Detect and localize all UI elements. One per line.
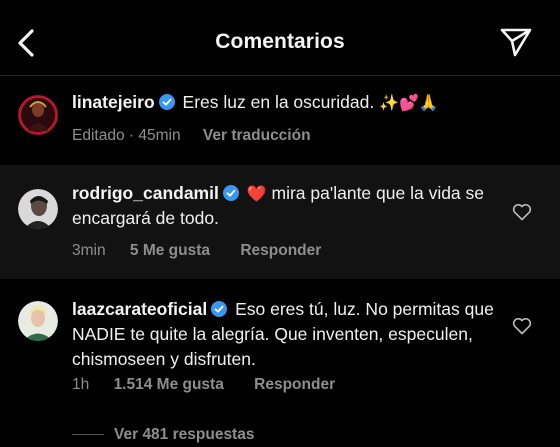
- comment-text-block: rodrigo_candamil ❤️ mira pa'lante que la…: [72, 181, 502, 231]
- verified-badge-icon: [158, 94, 175, 110]
- comment-item: rodrigo_candamil ❤️ mira pa'lante que la…: [0, 165, 560, 279]
- comment-meta: 1h 1.514 Me gusta Responder: [72, 376, 335, 394]
- likes-count[interactable]: 1.514 Me gusta: [114, 376, 224, 394]
- paper-plane-icon: [500, 28, 532, 57]
- comment-time: 3min: [72, 242, 106, 259]
- reply-button[interactable]: Responder: [240, 242, 321, 260]
- comment-text-block: laazcarateoficial Eso eres tú, luz. No p…: [72, 297, 502, 372]
- like-button[interactable]: [512, 203, 532, 221]
- caption-text-block: linatejeiro Eres luz en la oscuridad. ✨💕…: [72, 90, 502, 115]
- caption-comment: linatejeiro Eres luz en la oscuridad. ✨💕…: [0, 76, 560, 165]
- edited-timestamp: Editado · 45min: [72, 127, 181, 144]
- likes-count[interactable]: 5 Me gusta: [130, 242, 210, 260]
- share-button[interactable]: [498, 26, 534, 58]
- comments-screen: Comentarios linatejeiro Eres luz en la o…: [0, 0, 560, 447]
- view-replies-label: Ver 481 respuestas: [114, 426, 255, 443]
- heart-outline-icon: [512, 317, 532, 335]
- verified-badge-icon: [211, 301, 228, 317]
- avatar[interactable]: [18, 301, 58, 341]
- comment-item: laazcarateoficial Eso eres tú, luz. No p…: [0, 279, 560, 447]
- comment-meta: 3min 5 Me gusta Responder: [72, 242, 321, 260]
- caption-meta: Editado · 45min Ver traducción: [72, 127, 311, 145]
- reply-button[interactable]: Responder: [254, 376, 335, 394]
- red-heart-emoji: ❤️: [246, 184, 267, 203]
- comment-username[interactable]: laazcarateoficial: [72, 299, 207, 319]
- comment-time: 1h: [72, 376, 90, 393]
- avatar[interactable]: [18, 189, 58, 229]
- caption-text: Eres luz en la oscuridad.: [182, 92, 375, 112]
- avatar[interactable]: [18, 95, 58, 135]
- header-bar: Comentarios: [0, 0, 560, 76]
- like-button[interactable]: [512, 317, 532, 335]
- caption-username[interactable]: linatejeiro: [72, 92, 155, 112]
- verified-badge-icon: [222, 185, 239, 201]
- view-replies-button[interactable]: Ver 481 respuestas: [72, 426, 254, 444]
- heart-outline-icon: [512, 203, 532, 221]
- replies-divider: [72, 434, 104, 436]
- page-title: Comentarios: [215, 30, 345, 53]
- translate-link[interactable]: Ver traducción: [203, 127, 311, 145]
- comment-username[interactable]: rodrigo_candamil: [72, 183, 219, 203]
- caption-emojis: ✨💕🙏: [379, 93, 439, 112]
